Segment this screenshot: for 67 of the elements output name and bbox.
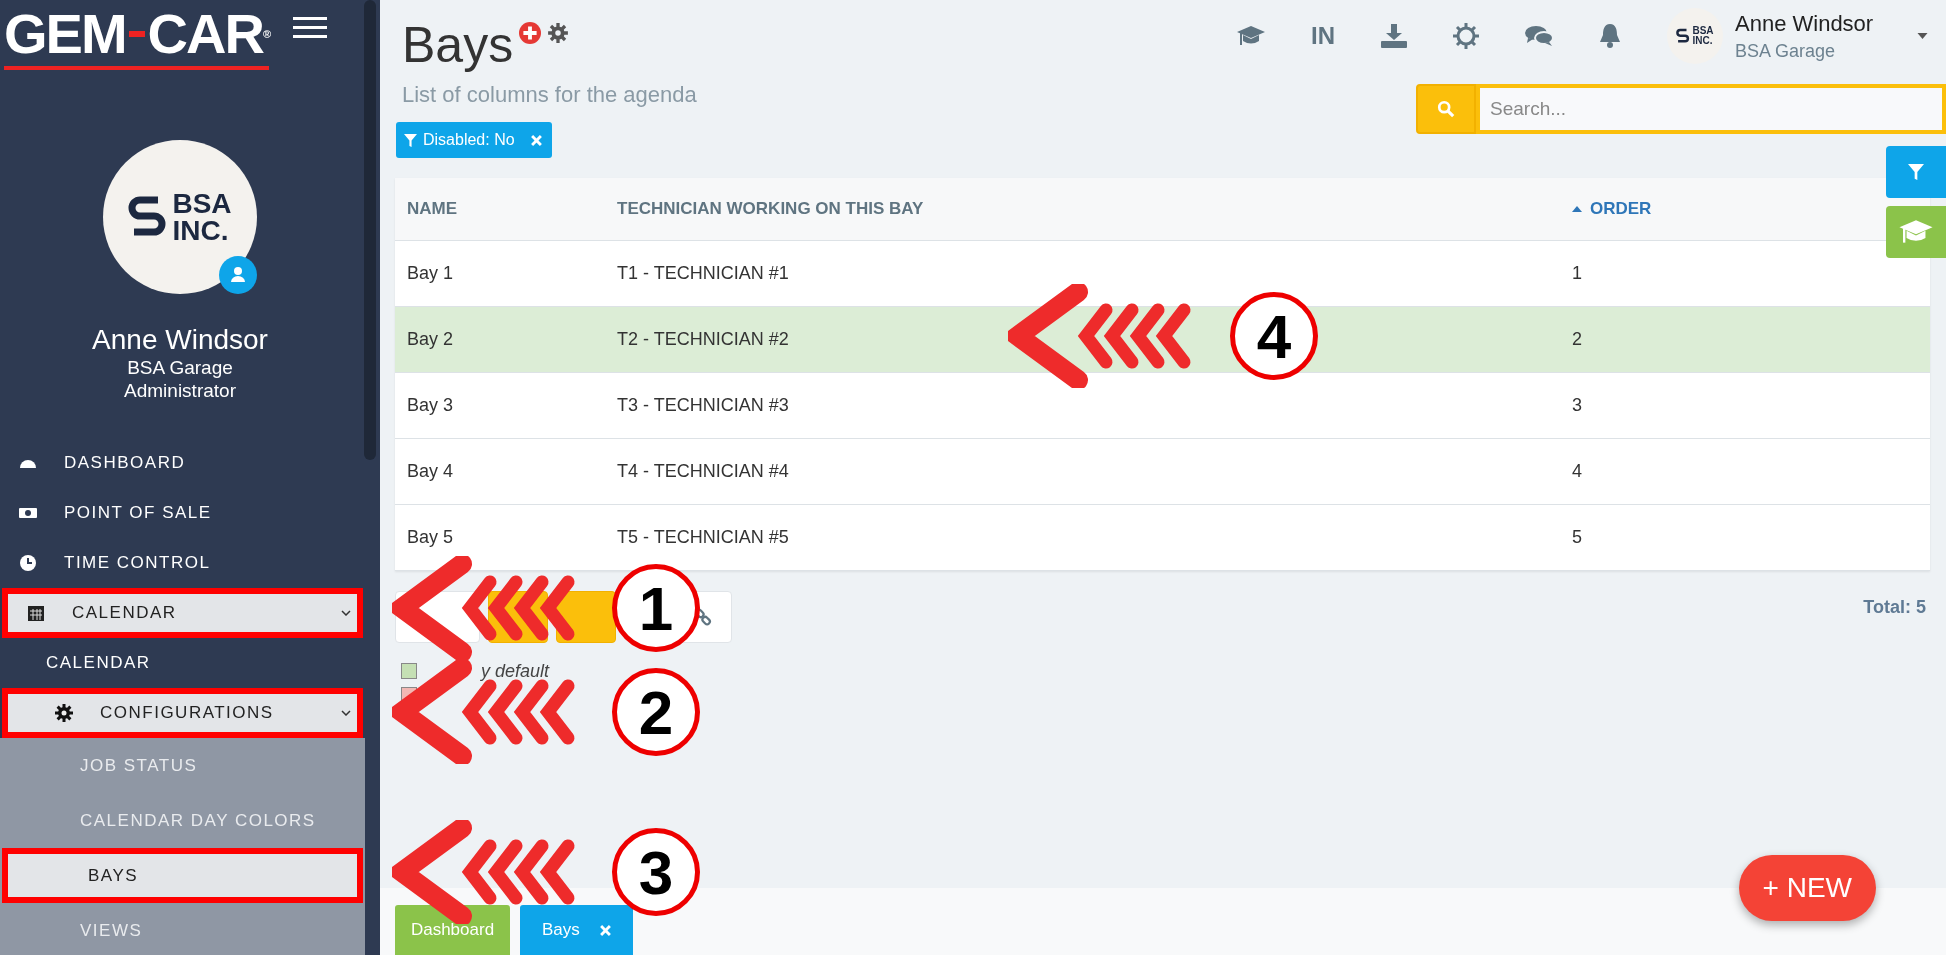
close-icon[interactable] bbox=[530, 134, 542, 146]
user-name: Anne Windsor bbox=[92, 324, 268, 356]
clock-icon bbox=[18, 553, 38, 573]
table-cell: T2 - TECHNICIAN #2 bbox=[617, 329, 789, 350]
chevron-icon bbox=[341, 710, 351, 716]
table-cell: Bay 2 bbox=[407, 329, 454, 350]
user-icon[interactable] bbox=[219, 256, 257, 294]
table-cell: 5 bbox=[1572, 527, 1582, 548]
menu-item[interactable]: CALENDAR bbox=[0, 638, 365, 688]
scrollbar[interactable] bbox=[364, 0, 376, 460]
menu-item[interactable]: POINT OF SALE bbox=[0, 488, 365, 538]
settings-icon[interactable] bbox=[547, 22, 570, 44]
step-number-overlay: 2 bbox=[612, 668, 700, 756]
menu-item[interactable]: BAYS bbox=[2, 848, 363, 903]
menu-item[interactable]: CALENDAR bbox=[2, 588, 363, 638]
search-icon bbox=[1437, 100, 1455, 118]
monogram-icon bbox=[1676, 27, 1691, 45]
table-cell: Bay 5 bbox=[407, 527, 454, 548]
close-icon[interactable] bbox=[599, 924, 611, 936]
table-cell: T1 - TECHNICIAN #1 bbox=[617, 263, 789, 284]
company-logo-avatar: BSA INC. bbox=[103, 140, 257, 294]
gear-icon bbox=[54, 703, 74, 723]
sun-icon[interactable] bbox=[1453, 23, 1479, 49]
total-count: Total: 5 bbox=[1863, 597, 1926, 618]
graduation-cap-icon[interactable] bbox=[1237, 25, 1265, 47]
search-field[interactable]: Search... bbox=[1476, 84, 1946, 134]
filter-button[interactable] bbox=[1886, 146, 1946, 198]
table-cell: Bay 1 bbox=[407, 263, 454, 284]
user-menu[interactable]: BSA INC. Anne Windsor BSA Garage bbox=[1667, 8, 1928, 64]
table-cell: T3 - TECHNICIAN #3 bbox=[617, 395, 789, 416]
column-header[interactable]: NAME bbox=[407, 199, 458, 219]
page-title: Bays bbox=[402, 18, 514, 72]
table-cell: 1 bbox=[1572, 263, 1582, 284]
sort-caret-icon bbox=[1572, 206, 1582, 212]
menu-icon[interactable] bbox=[293, 16, 327, 40]
table-cell: Bay 4 bbox=[407, 461, 454, 482]
step-number-overlay: 1 bbox=[612, 564, 700, 652]
bell-icon[interactable] bbox=[1599, 23, 1621, 49]
table-row[interactable]: Bay 4 T4 - TECHNICIAN #4 4 bbox=[395, 439, 1930, 505]
new-button[interactable]: + NEW bbox=[1738, 855, 1876, 921]
page-subtitle: List of columns for the agenda bbox=[402, 82, 697, 108]
table-cell: Bay 3 bbox=[407, 395, 454, 416]
add-icon[interactable] bbox=[519, 22, 542, 44]
legend-text: y default bbox=[481, 660, 550, 682]
download-icon[interactable] bbox=[1381, 24, 1407, 48]
gem-car-logo: GEM CAR$^{®}$ bbox=[4, 4, 269, 70]
company-name: BSA Garage bbox=[127, 356, 233, 379]
calendar-icon bbox=[26, 603, 46, 623]
toolbar-button[interactable]: IN bbox=[1311, 22, 1335, 50]
graduation-cap-icon bbox=[1899, 219, 1933, 245]
filter-icon bbox=[1908, 164, 1924, 180]
menu-item[interactable]: DASHBOARD bbox=[0, 438, 365, 488]
chevron-icon bbox=[341, 610, 351, 616]
table-cell: 4 bbox=[1572, 461, 1582, 482]
table-cell: T4 - TECHNICIAN #4 bbox=[617, 461, 789, 482]
table-cell: 3 bbox=[1572, 395, 1582, 416]
table-cell: T5 - TECHNICIAN #5 bbox=[617, 527, 789, 548]
chat-icon[interactable] bbox=[1525, 25, 1553, 47]
step-number-overlay: 3 bbox=[612, 828, 700, 916]
user-role: Administrator bbox=[124, 379, 236, 402]
filter-icon bbox=[404, 133, 417, 147]
column-header[interactable]: TECHNICIAN WORKING ON THIS BAY bbox=[617, 199, 924, 219]
menu-item[interactable]: TIME CONTROL bbox=[0, 538, 365, 588]
menu-item[interactable]: CONFIGURATIONS bbox=[2, 688, 363, 738]
table-cell: 2 bbox=[1572, 329, 1582, 350]
column-header[interactable]: ORDER bbox=[1572, 199, 1652, 219]
caret-icon bbox=[1917, 33, 1928, 39]
